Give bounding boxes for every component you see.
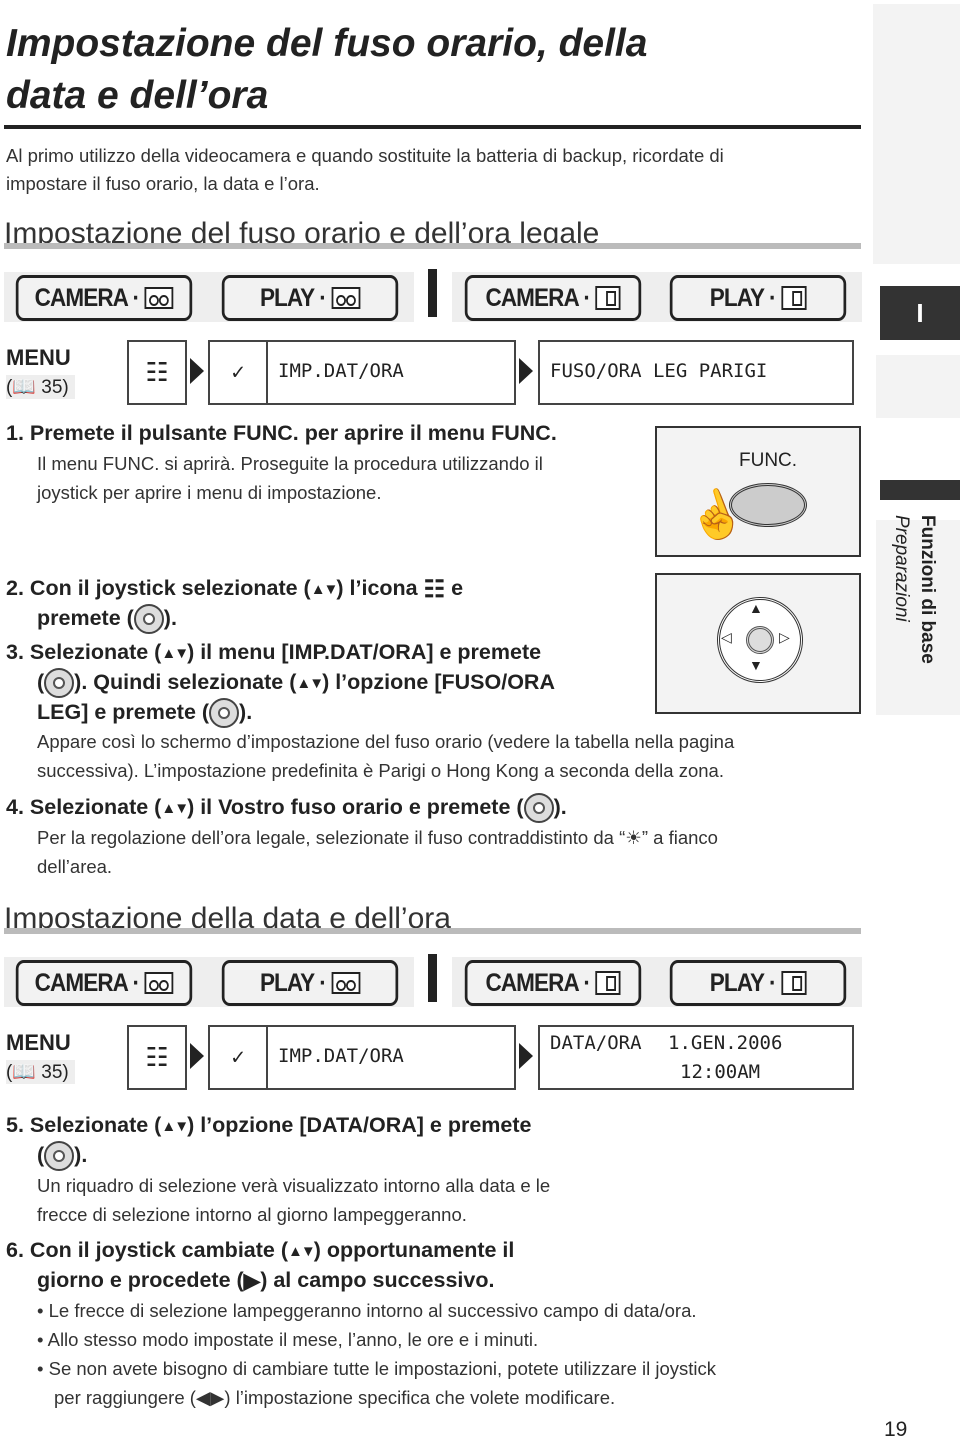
up-down-icon: ▲▼: [161, 644, 189, 662]
menu-label: MENU: [6, 1030, 71, 1055]
tape-icon: [144, 972, 174, 994]
up-down-icon: ▲▼: [296, 674, 324, 692]
mode-play-card: PLAY ·: [669, 275, 847, 321]
tape-icon: [331, 287, 361, 309]
step-2: 2. Con il joystick selezionate (▲▼) l’ic…: [6, 574, 646, 635]
setting-box: DATA/ORA 1.GEN.2006 12:00AM: [538, 1025, 854, 1090]
memory-card-icon: [595, 971, 621, 995]
joystick-press-icon: [44, 668, 75, 699]
check-icon: ✓: [210, 342, 268, 403]
mode-camera-tape: CAMERA ·: [15, 275, 193, 321]
sidebar-panel: [876, 355, 960, 418]
up-down-icon: ▲▼: [310, 580, 339, 598]
step-5: 5. Selezionate (▲▼) l’opzione [DATA/ORA]…: [6, 1111, 646, 1172]
arrow-icon: [519, 358, 533, 384]
mode-camera-card: CAMERA ·: [464, 960, 642, 1006]
setting-box: FUSO/ORA LEG PARIGI: [538, 340, 854, 405]
bullet-item: • Se non avete bisogno di cambiare tutte…: [37, 1358, 717, 1379]
bullet-list: • Le frecce di selezione lampeggeranno i…: [37, 1296, 716, 1412]
heading-bar: [4, 243, 861, 249]
step-4: 4. Selezionate (▲▼) il Vostro fuso orari…: [6, 793, 567, 824]
page-reference: (📖 35): [6, 1060, 75, 1084]
bullet-item: per raggiungere (◀▶) l’impostazione spec…: [54, 1387, 616, 1408]
mode-play-tape: PLAY ·: [221, 275, 399, 321]
menu-icon-box: ☷: [127, 340, 187, 405]
step-5-note: Un riquadro di selezione verà visualizza…: [37, 1175, 551, 1225]
tape-icon: [144, 287, 174, 309]
menu-item-box: ✓ IMP.DAT/ORA: [208, 340, 516, 405]
page-reference: (📖 35): [6, 375, 75, 399]
mode-play-tape: PLAY ·: [221, 960, 399, 1006]
heading-bar: [4, 928, 861, 934]
joystick-press-icon: [209, 698, 240, 729]
arrow-icon: [190, 1043, 204, 1069]
joystick-press-icon: [523, 793, 554, 824]
mode-camera-tape: CAMERA ·: [15, 960, 193, 1006]
check-icon: ✓: [210, 1027, 268, 1088]
page-number: 19: [884, 1418, 908, 1440]
up-down-icon: ▲▼: [161, 799, 189, 817]
bullet-item: • Le frecce di selezione lampeggeranno i…: [37, 1300, 697, 1321]
step-3: 3. Selezionate (▲▼) il menu [IMP.DAT/ORA…: [6, 638, 666, 729]
intro-text: Al primo utilizzo della videocamera e qu…: [6, 145, 724, 194]
bullet-item: • Allo stesso modo impostate il mese, l’…: [37, 1329, 539, 1350]
memory-card-icon: [595, 286, 621, 310]
menu-list-icon: ☷: [145, 357, 169, 388]
sidebar-panel: [873, 4, 960, 264]
step-1-note: Il menu FUNC. si aprirà. Proseguite la p…: [37, 453, 543, 503]
language-tab: I: [880, 286, 960, 340]
tape-icon: [331, 972, 361, 994]
mode-play-card: PLAY ·: [669, 960, 847, 1006]
func-button-figure: FUNC. ☝: [655, 426, 861, 557]
memory-card-icon: [781, 286, 807, 310]
title-rule: [4, 125, 861, 129]
up-down-icon: ▲▼: [161, 1117, 189, 1135]
divider: [428, 269, 437, 317]
manual-page: Impostazione del fuso orario, della data …: [0, 0, 960, 1440]
joystick-figure: ▲ ▼ ◁ ▷: [655, 573, 861, 714]
page-title: Impostazione del fuso orario, della data …: [6, 22, 648, 117]
book-icon: 📖: [12, 377, 36, 398]
sun-icon: ☀: [625, 827, 642, 848]
menu-item-box: ✓ IMP.DAT/ORA: [208, 1025, 516, 1090]
sidebar-section-label: Funzioni di base Preparazioni: [891, 515, 938, 664]
arrow-icon: [190, 358, 204, 384]
up-down-icon: ▲▼: [288, 1242, 316, 1260]
menu-list-icon: ☷: [145, 1042, 169, 1073]
menu-list-icon: ☷: [423, 575, 446, 603]
book-icon: 📖: [12, 1062, 36, 1083]
mode-bar: CAMERA · PLAY · CAMERA · PLAY ·: [4, 954, 862, 1007]
arrow-icon: [519, 1043, 533, 1069]
joystick-press-icon: [44, 1141, 75, 1172]
mode-bar: CAMERA · PLAY · CAMERA · PLAY ·: [4, 269, 862, 322]
step-1: 1. Premete il pulsante FUNC. per aprire …: [6, 421, 557, 445]
section-marker: [880, 480, 960, 500]
right-arrow-icon: ▶: [243, 1268, 261, 1293]
menu-label: MENU: [6, 345, 71, 370]
joystick-icon: [746, 626, 774, 654]
divider: [428, 954, 437, 1002]
joystick-press-icon: [133, 604, 164, 635]
step-4-note: Per la regolazione dell’ora legale, sele…: [37, 827, 718, 877]
left-right-icon: ◀▶: [195, 1387, 225, 1408]
step-3-note: Appare così lo schermo d’impostazione de…: [37, 731, 735, 781]
memory-card-icon: [781, 971, 807, 995]
mode-camera-card: CAMERA ·: [464, 275, 642, 321]
menu-icon-box: ☷: [127, 1025, 187, 1090]
step-6: 6. Con il joystick cambiate (▲▼) opportu…: [6, 1236, 646, 1296]
